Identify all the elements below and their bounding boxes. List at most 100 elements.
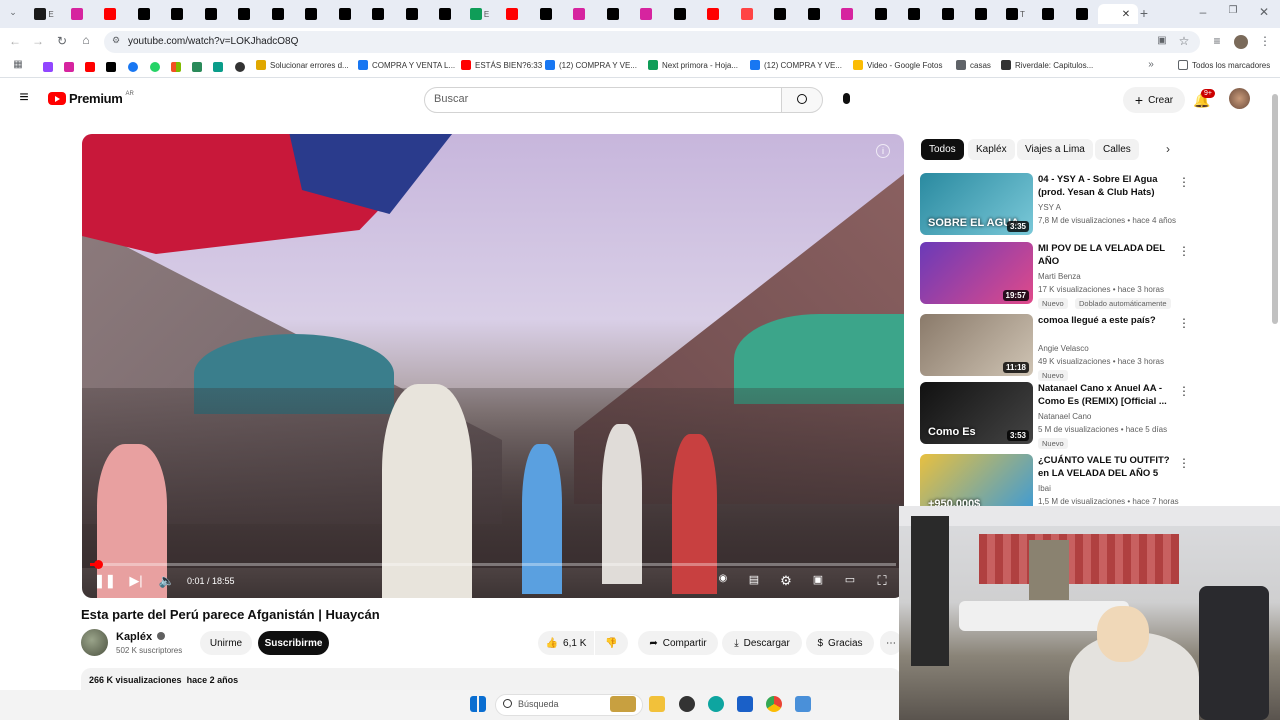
file-explorer-icon[interactable]	[649, 696, 665, 712]
chips-next-icon[interactable]: ›	[1166, 142, 1170, 156]
like-button[interactable]: 👍 6,1 K	[538, 631, 594, 655]
video-thumbnail[interactable]: Como Es 3:53	[920, 382, 1033, 444]
recommendation-title[interactable]: 04 - YSY A - Sobre El Agua (prod. Yesan …	[1038, 173, 1178, 199]
url-text[interactable]: youtube.com/watch?v=LOKJhadcO8Q	[128, 36, 298, 47]
browser-tab[interactable]	[95, 4, 127, 24]
microsoft-icon[interactable]	[171, 62, 181, 72]
more-options-icon[interactable]: ⋮	[1178, 456, 1190, 470]
app-icon[interactable]	[679, 696, 695, 712]
search-button[interactable]	[781, 87, 823, 113]
filter-chip[interactable]: Calles	[1095, 139, 1139, 160]
recommendation-title[interactable]: ¿CUÁNTO VALE TU OUTFIT? en LA VELADA DEL…	[1038, 454, 1178, 480]
join-button[interactable]: Unirme	[200, 631, 252, 655]
progress-bar[interactable]	[90, 560, 896, 569]
bookmark-item[interactable]: (12) COMPRA Y VE...	[545, 60, 637, 70]
browser-tab[interactable]	[263, 4, 295, 24]
browser-tab-active[interactable]: ✕	[1098, 4, 1138, 24]
tab-search-icon[interactable]: ⌄	[6, 7, 20, 18]
store-icon[interactable]	[737, 696, 753, 712]
browser-tab[interactable]	[698, 4, 730, 24]
tab-close-icon[interactable]: ✕	[1122, 9, 1130, 20]
twitch-icon[interactable]	[43, 62, 53, 72]
browser-tab[interactable]	[765, 4, 797, 24]
facebook-icon[interactable]	[128, 62, 138, 72]
bookmark-item[interactable]: casas	[956, 60, 991, 70]
browser-tab[interactable]	[162, 4, 194, 24]
browser-tab[interactable]	[966, 4, 998, 24]
recommendation-channel[interactable]: Ibai	[1038, 484, 1051, 493]
next-button[interactable]: ▶|	[126, 573, 146, 589]
browser-tab[interactable]: T	[1000, 4, 1032, 24]
browser-tab[interactable]	[866, 4, 898, 24]
more-options-icon[interactable]: ⋮	[1178, 384, 1190, 398]
autoplay-toggle[interactable]: ◉	[710, 573, 736, 584]
recommendation-title[interactable]: comoa llegué a este país?	[1038, 314, 1178, 327]
install-app-icon[interactable]: ▣	[1155, 35, 1169, 46]
browser-tab[interactable]	[665, 4, 697, 24]
hamburger-menu-icon[interactable]: ≡	[15, 89, 33, 107]
fullscreen-button[interactable]: ⛶	[872, 573, 892, 589]
more-options-icon[interactable]: ⋮	[1178, 244, 1190, 258]
browser-tab[interactable]	[296, 4, 328, 24]
download-button[interactable]: ⤓ Descargar	[722, 631, 802, 655]
browser-tab[interactable]	[933, 4, 965, 24]
recommendation-title[interactable]: MI POV DE LA VELADA DEL AÑO	[1038, 242, 1178, 268]
browser-tab[interactable]: E	[28, 4, 60, 24]
bookmark-item[interactable]: Next primora - Hoja...	[648, 60, 738, 70]
bookmark-item[interactable]: COMPRA Y VENTA L...	[358, 60, 455, 70]
subscribe-button[interactable]: Suscribirme	[258, 631, 329, 655]
thanks-button[interactable]: $ Gracias	[806, 631, 874, 655]
home-icon[interactable]: ⌂	[79, 33, 93, 47]
all-bookmarks[interactable]: Todos los marcadores	[1178, 60, 1270, 70]
more-bookmarks-icon[interactable]: »	[1145, 59, 1157, 70]
media-controls-icon[interactable]: ≡	[1210, 34, 1224, 48]
theater-mode-button[interactable]: ▭	[840, 573, 860, 586]
recommendation-channel[interactable]: Angie Velasco	[1038, 344, 1089, 353]
forward-icon[interactable]: →	[31, 34, 45, 48]
browser-tab[interactable]	[832, 4, 864, 24]
browser-tab[interactable]: E	[464, 4, 496, 24]
recommendation-channel[interactable]: Natanael Cano	[1038, 412, 1091, 421]
close-window-icon[interactable]: ✕	[1257, 5, 1271, 19]
recommendation-title[interactable]: Natanael Cano x Anuel AA - Como Es (REMI…	[1038, 382, 1178, 408]
bookmark-item[interactable]: ESTÁS BIEN?6:33	[461, 60, 542, 70]
progress-scrubber[interactable]	[94, 560, 103, 569]
more-options-icon[interactable]: ⋮	[1178, 175, 1190, 189]
instagram-icon[interactable]	[64, 62, 74, 72]
browser-tab[interactable]	[497, 4, 529, 24]
restore-icon[interactable]: ❐	[1226, 5, 1240, 16]
browser-tab[interactable]	[1067, 4, 1099, 24]
dislike-button[interactable]: 👎	[595, 631, 628, 655]
recommendation-item[interactable]: SOBRE EL AGUA 3:35 04 - YSY A - Sobre El A…	[920, 173, 1265, 235]
minimize-icon[interactable]: –	[1196, 5, 1210, 19]
x-icon[interactable]	[106, 62, 116, 72]
browser-tab[interactable]	[363, 4, 395, 24]
profile-avatar[interactable]	[1234, 35, 1248, 49]
browser-tab[interactable]	[62, 4, 94, 24]
more-options-icon[interactable]: ⋮	[1178, 316, 1190, 330]
bookmark-item[interactable]: Riverdale: Capitulos...	[1001, 60, 1093, 70]
browser-tab[interactable]	[229, 4, 261, 24]
mic-icon[interactable]	[843, 93, 850, 104]
new-tab-icon[interactable]: +	[1137, 5, 1151, 21]
channel-avatar[interactable]	[81, 629, 108, 656]
recommendation-item[interactable]: 11:18 comoa llegué a este país? Angie Vela…	[920, 314, 1265, 381]
browser-tab[interactable]	[732, 4, 764, 24]
bookmark-item[interactable]: Solucionar errores d...	[256, 60, 349, 70]
app-icon[interactable]	[192, 62, 202, 72]
settings-gear-icon[interactable]: ⚙	[776, 573, 796, 589]
edge-icon[interactable]	[708, 696, 724, 712]
subtitles-button[interactable]: ▤	[744, 573, 764, 586]
apps-grid-icon[interactable]: ▦	[12, 59, 24, 70]
browser-tab[interactable]	[598, 4, 630, 24]
pause-button[interactable]: ❚❚	[94, 573, 116, 589]
filter-chip[interactable]: Todos	[921, 139, 964, 160]
snipping-tool-icon[interactable]	[795, 696, 811, 712]
account-avatar[interactable]	[1229, 88, 1250, 109]
browser-tab[interactable]	[430, 4, 462, 24]
sidebar-scrollbar[interactable]	[1272, 94, 1278, 324]
browser-tab[interactable]	[799, 4, 831, 24]
chrome-icon[interactable]	[766, 696, 782, 712]
youtube-logo[interactable]: Premium AR	[48, 91, 134, 106]
search-input[interactable]	[424, 87, 782, 113]
